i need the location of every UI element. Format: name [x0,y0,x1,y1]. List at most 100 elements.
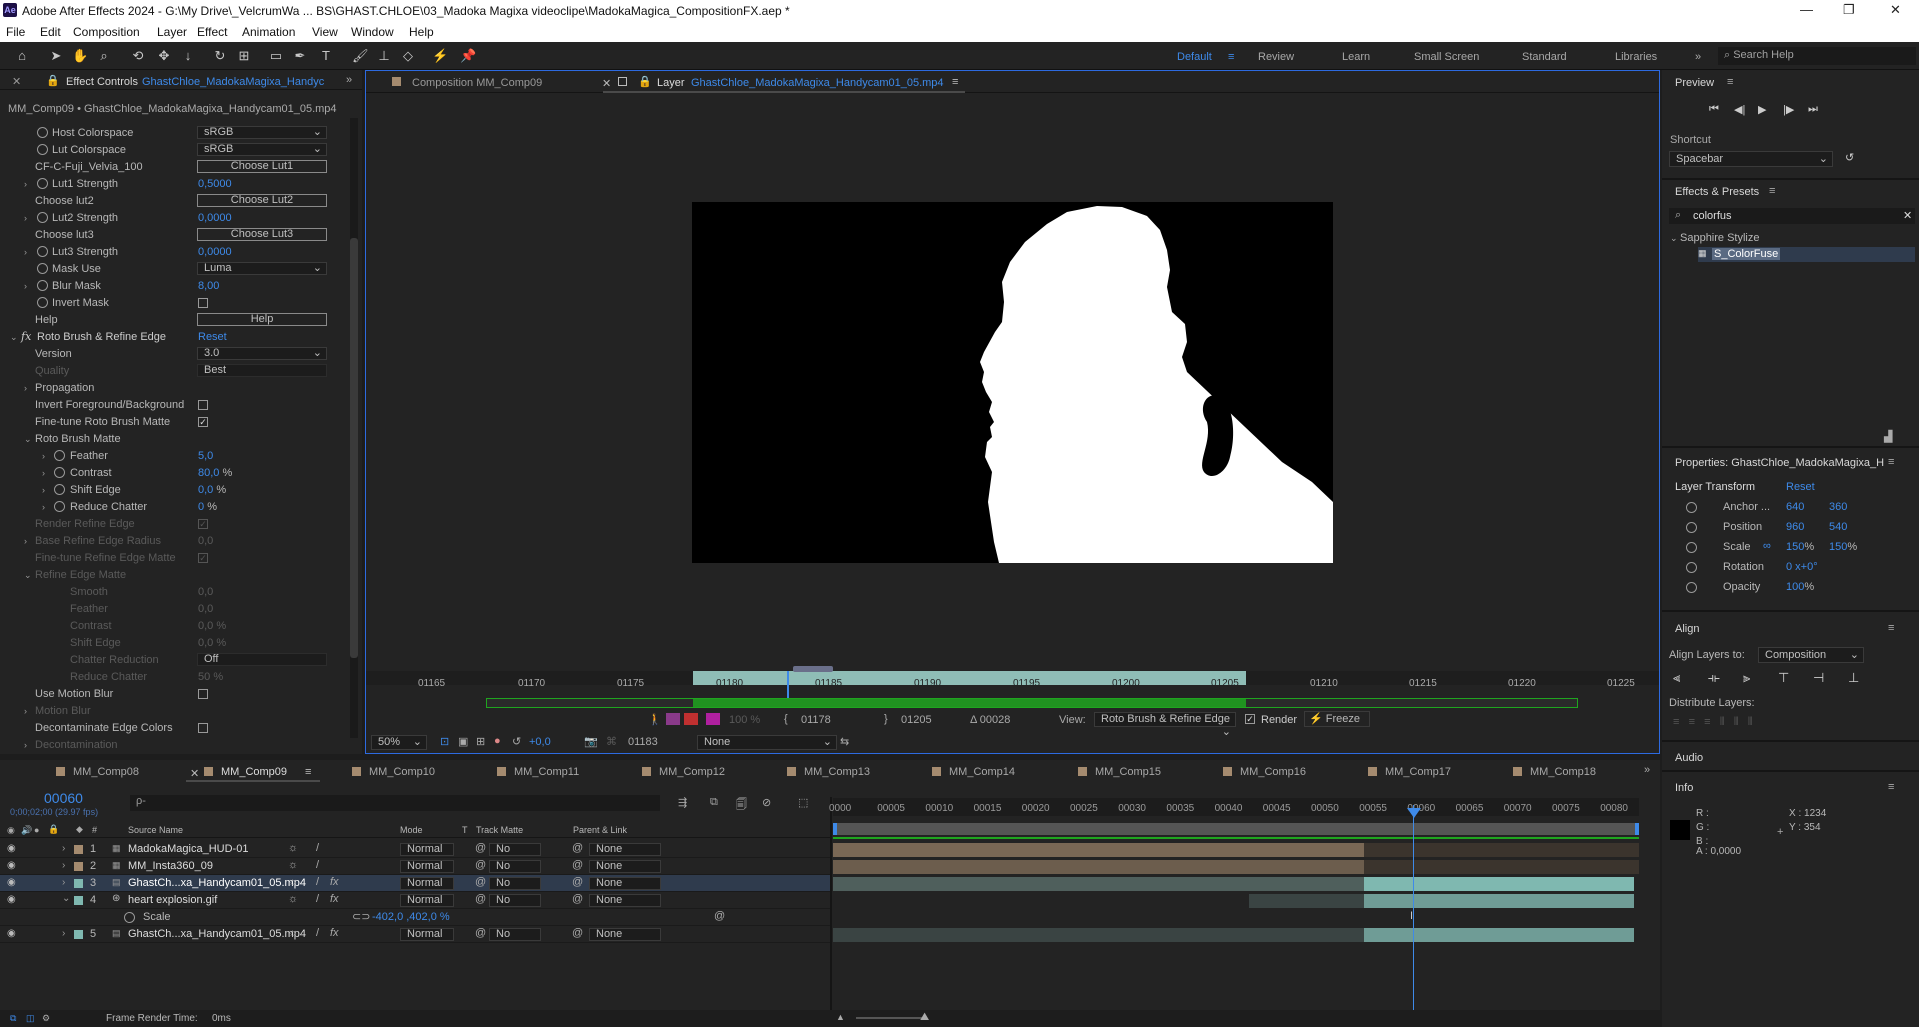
workspace-standard[interactable]: Standard [1522,51,1567,63]
roto-fg-icon[interactable] [666,713,680,725]
dolly-tool-icon[interactable]: ↓ [180,48,196,64]
blend-mode-select[interactable]: Normal [400,877,454,890]
parent-select[interactable]: None [589,860,661,873]
comp-mini-flowchart-icon[interactable]: ⇶ [678,796,687,809]
invert-mask-checkbox[interactable] [198,298,208,308]
composition-tab[interactable]: Composition MM_Comp09 [412,77,542,89]
freeze-button[interactable]: ⚡ Freeze [1304,711,1370,727]
rotation-value[interactable]: 0 x+0° [1786,561,1818,573]
effect-item-name[interactable]: S_ColorFuse [1712,248,1781,260]
tab-menu-icon[interactable]: ≡ [952,76,958,88]
blend-mode-select[interactable]: Normal [400,894,454,907]
tab-mm-comp16[interactable]: MM_Comp16 [1223,766,1306,778]
rectangle-tool-icon[interactable]: ▭ [268,48,284,64]
overlay-color-swatch[interactable] [706,713,720,725]
expand-arrow-icon[interactable]: › [42,485,45,495]
layer-3-bar[interactable] [833,877,1364,891]
collapse-arrow-icon[interactable]: ⌄ [62,893,70,904]
collapse-switch-icon[interactable]: ☼ [288,876,298,888]
align-top-icon[interactable]: ⊤ [1778,670,1789,686]
eraser-tool-icon[interactable]: ◇ [400,48,416,64]
hand-tool-icon[interactable]: ✋ [72,48,88,64]
frame-blending-icon[interactable]: ⊘ [762,796,771,809]
tab-mm-comp18[interactable]: MM_Comp18 [1513,766,1596,778]
panel-menu-icon[interactable]: ≡ [1888,456,1894,468]
menu-composition[interactable]: Composition [73,25,140,39]
close-tab-icon[interactable]: ✕ [190,767,199,780]
selection-tool-icon[interactable]: ➤ [48,48,64,64]
panel-menu-icon[interactable]: ≡ [1769,185,1775,197]
stopwatch-icon[interactable] [37,263,48,274]
zoom-out-icon[interactable]: ▲ [836,1012,845,1022]
parent-select[interactable]: None [589,877,661,890]
work-area-start-handle[interactable] [833,823,837,835]
position-x-value[interactable]: 960 [1786,521,1804,533]
exposure-value[interactable]: +0,0 [529,736,551,748]
pan-behind-tool-icon[interactable]: ⊞ [236,48,252,64]
eye-icon[interactable]: ◉ [7,928,16,939]
layer-row[interactable]: ◉ › 1 ▦ MadokaMagica_HUD-01 ☼ / Normal @… [0,841,830,858]
lut3-strength-value[interactable]: 0,0000 [198,245,232,259]
viewer-playhead[interactable] [787,671,789,701]
expand-panel-icon[interactable]: » [346,74,352,86]
shy-layers-icon[interactable]: 🗐 [736,796,747,815]
scrollbar[interactable] [350,118,358,738]
align-to-select[interactable]: Composition ⌄ [1758,647,1864,663]
expand-arrow-icon[interactable]: › [24,213,27,223]
clear-search-icon[interactable]: ✕ [1903,209,1912,222]
expand-arrow-icon[interactable]: › [24,383,27,393]
timeline-divider[interactable] [830,797,832,1017]
feather-value[interactable]: 5,0 [198,449,213,463]
parent-pickwhip-icon[interactable]: @ [572,859,583,871]
magnification-select[interactable]: 50% ⌄ [371,735,427,750]
stopwatch-icon[interactable] [1686,502,1697,513]
reduce-chatter-value[interactable]: 0 [198,501,204,513]
layer-4-bar[interactable] [1249,894,1364,908]
stopwatch-icon[interactable] [37,246,48,257]
minimize-button[interactable]: — [1800,2,1813,17]
source-name-header[interactable]: Source Name [128,825,183,835]
quality-switch-icon[interactable]: / [316,893,319,905]
layer-search-input[interactable]: ρ- [130,795,660,811]
align-vcenter-icon[interactable]: ⊣ [1813,670,1824,686]
tab-mm-comp17[interactable]: MM_Comp17 [1368,766,1451,778]
channel-select[interactable]: None ⌄ [697,735,837,750]
stopwatch-icon[interactable] [54,467,65,478]
layer-name[interactable]: heart explosion.gif [128,894,217,906]
collapse-switch-icon[interactable]: ☼ [288,842,298,854]
tab-mm-comp12[interactable]: MM_Comp12 [642,766,725,778]
stopwatch-icon[interactable] [37,212,48,223]
panel-menu-icon[interactable]: ≡ [1727,76,1733,88]
mask-use-select[interactable]: Luma ⌄ [197,262,327,275]
menu-help[interactable]: Help [409,25,434,39]
roto-walk-icon[interactable]: 🚶 [648,713,662,726]
more-workspaces-icon[interactable]: » [1695,51,1701,63]
work-area-end-handle[interactable] [1635,823,1639,835]
menu-view[interactable]: View [312,25,338,39]
lut2-strength-value[interactable]: 0,0000 [198,211,232,225]
collapse-arrow-icon[interactable]: ⌄ [10,332,18,343]
layer-3-bar-active[interactable] [1364,877,1634,891]
parent-select[interactable]: None [589,843,661,856]
flowchart-icon[interactable]: ⇆ [840,735,849,748]
parent-pickwhip-icon[interactable]: @ [572,876,583,888]
zoom-in-icon[interactable]: ⛰ [920,1011,929,1024]
maximize-button[interactable]: ❐ [1843,2,1855,18]
draft-3d-icon[interactable]: ⧉ [710,796,718,809]
label-column-icon[interactable]: ◆ [76,824,83,835]
eye-icon[interactable]: ◉ [7,877,16,888]
label-color-swatch[interactable] [74,879,83,888]
label-color-swatch[interactable] [74,896,83,905]
quality-switch-icon[interactable]: / [316,876,319,888]
collapse-switch-icon[interactable]: ☼ [288,893,298,905]
stopwatch-icon[interactable] [1686,562,1697,573]
zoom-tool-icon[interactable]: ⌕ [96,48,112,64]
modes-toggle-icon[interactable]: ⚙ [42,1013,50,1024]
menu-file[interactable]: File [6,25,25,39]
expand-arrow-icon[interactable]: › [62,877,65,888]
expand-arrow-icon[interactable]: › [24,247,27,257]
channel-icon[interactable]: ● [494,735,501,747]
parent-pickwhip-icon[interactable]: @ [572,893,583,905]
close-tab-icon[interactable]: ✕ [602,77,611,90]
label-color-swatch[interactable] [74,862,83,871]
